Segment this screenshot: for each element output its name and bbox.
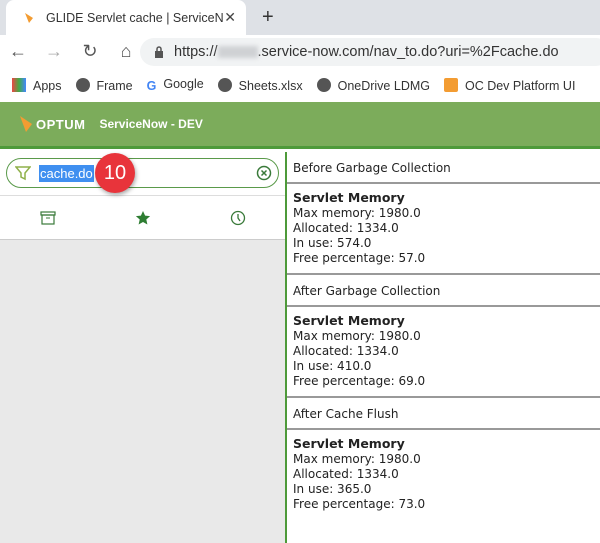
allocated: Allocated: 1334.0: [293, 221, 399, 235]
in-use: In use: 574.0: [293, 236, 372, 250]
in-use: In use: 365.0: [293, 482, 372, 496]
google-icon: G: [146, 79, 157, 93]
max-memory: Max memory: 1980.0: [293, 329, 421, 343]
allocated: Allocated: 1334.0: [293, 344, 399, 358]
favorites-star-icon[interactable]: [135, 210, 151, 226]
optum-logo[interactable]: OPTUM: [18, 114, 85, 134]
filter-icon: [15, 166, 31, 181]
navigator-panel: cache.do 10: [0, 152, 285, 543]
lock-icon: [155, 46, 163, 58]
section-after-cache-flush: After Cache Flush Servlet Memory Max mem…: [287, 398, 600, 519]
optum-logo-mark-icon: [20, 116, 32, 132]
content-frame: Before Garbage Collection Servlet Memory…: [285, 152, 600, 543]
browser-tab[interactable]: GLIDE Servlet cache | ServiceNow ✕: [6, 0, 246, 35]
servicenow-favicon-icon: [25, 12, 33, 23]
bookmark-oc-dev[interactable]: OC Dev Platform UI: [443, 77, 576, 93]
forward-button[interactable]: →: [36, 41, 72, 62]
instance-title: ServiceNow - DEV: [99, 117, 203, 131]
section-heading: Before Garbage Collection: [287, 152, 600, 184]
clear-filter-icon[interactable]: [256, 165, 272, 181]
notification-badge: 10: [95, 153, 135, 193]
max-memory: Max memory: 1980.0: [293, 452, 421, 466]
bookmark-label: Google: [163, 77, 204, 91]
app-header: OPTUM ServiceNow - DEV: [0, 102, 600, 149]
bookmark-label: OneDrive LDMG: [337, 78, 430, 93]
bookmark-onedrive[interactable]: OneDrive LDMG: [316, 77, 430, 93]
bookmark-label: Sheets.xlsx: [238, 78, 303, 93]
section-title: Servlet Memory: [293, 313, 405, 328]
section-title: Servlet Memory: [293, 190, 405, 205]
bookmark-google[interactable]: G Google: [147, 77, 204, 93]
bookmark-sheets[interactable]: Sheets.xlsx: [217, 77, 303, 93]
section-before-gc: Before Garbage Collection Servlet Memory…: [287, 152, 600, 275]
section-heading: After Cache Flush: [287, 398, 600, 430]
apps-grid-icon: [12, 77, 26, 92]
filter-value: cache.do: [39, 164, 94, 182]
free-percentage: Free percentage: 73.0: [293, 497, 426, 511]
back-button[interactable]: ←: [0, 41, 36, 62]
history-clock-icon[interactable]: [230, 210, 246, 226]
globe-icon: [316, 77, 331, 92]
close-tab-icon[interactable]: ✕: [224, 9, 236, 26]
logo-text: OPTUM: [36, 116, 86, 132]
free-percentage: Free percentage: 69.0: [293, 374, 426, 388]
tab-bar: GLIDE Servlet cache | ServiceNow ✕ +: [0, 0, 600, 35]
home-button[interactable]: ⌂: [108, 41, 144, 62]
bookmark-frame[interactable]: Frame: [75, 77, 133, 93]
section-heading: After Garbage Collection: [287, 275, 600, 307]
globe-icon: [75, 77, 90, 92]
reload-button[interactable]: ↻: [72, 41, 108, 62]
address-bar[interactable]: https:// .service-now.com/nav_to.do?uri=%…: [140, 38, 600, 66]
allocated: Allocated: 1334.0: [293, 467, 399, 481]
filter-input[interactable]: cache.do 10: [6, 153, 279, 193]
redacted-host: [217, 46, 258, 58]
bookmarks-bar: Apps Frame G Google Sheets.xlsx OneDrive …: [0, 68, 600, 102]
url-prefix: https://: [174, 44, 218, 60]
in-use: In use: 410.0: [293, 359, 372, 373]
section-after-gc: After Garbage Collection Servlet Memory …: [287, 275, 600, 398]
url-suffix: .service-now.com/nav_to.do?uri=%2Fcache.…: [257, 44, 559, 60]
bookmark-apps[interactable]: Apps: [12, 77, 62, 93]
bookmark-label: Frame: [96, 78, 133, 93]
globe-icon: [217, 77, 232, 92]
address-toolbar: ← → ↻ ⌂ https:// .service-now.com/nav_to.…: [0, 35, 600, 68]
section-title: Servlet Memory: [293, 436, 405, 451]
servicenow-icon: [443, 77, 458, 92]
new-tab-button[interactable]: +: [262, 6, 274, 29]
tab-title: GLIDE Servlet cache | ServiceNow: [46, 10, 225, 25]
bookmark-label: Apps: [33, 78, 62, 93]
bookmark-label: OC Dev Platform UI: [464, 78, 576, 93]
max-memory: Max memory: 1980.0: [293, 206, 421, 220]
free-percentage: Free percentage: 57.0: [293, 251, 426, 265]
archive-icon[interactable]: [39, 210, 56, 225]
